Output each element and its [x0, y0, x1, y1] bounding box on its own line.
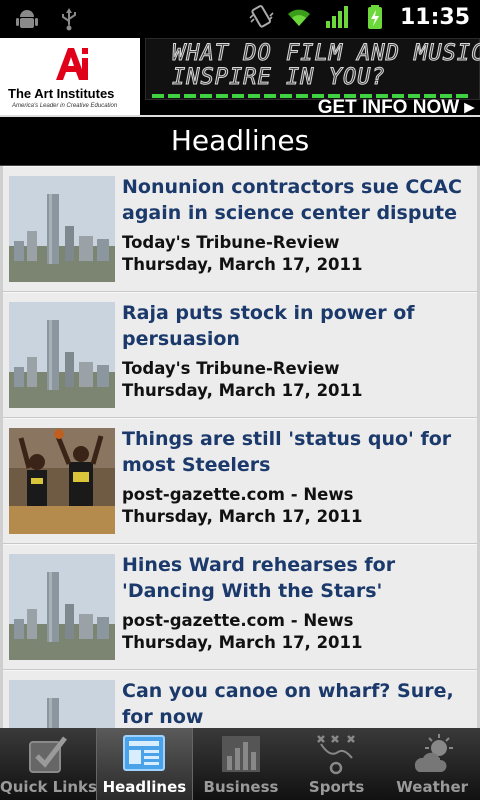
page-header: Headlines — [0, 115, 480, 166]
vibrate-icon — [249, 5, 274, 28]
tab-headlines[interactable]: Headlines — [95, 728, 194, 800]
ad-message: WHAT DO FILM AND MUSIC INSPIRE IN YOU? — [145, 38, 480, 100]
article-thumbnail — [9, 176, 115, 282]
article-headline[interactable]: Nonunion contractors sue CCAC again in s… — [122, 174, 472, 226]
status-bar: 11:35 — [0, 0, 480, 38]
tab-label: Quick Links — [0, 778, 97, 796]
play-diagram-icon — [316, 735, 355, 775]
signal-icon — [325, 6, 348, 28]
page-title: Headlines — [170, 124, 310, 157]
tab-quick-links[interactable]: Quick Links — [0, 728, 97, 800]
ad-line-1: WHAT DO FILM AND MUSIC — [171, 41, 480, 67]
article-date: Thursday, March 17, 2011 — [122, 255, 363, 274]
list-item[interactable]: Can you canoe on wharf? Sure, for now — [3, 670, 477, 728]
wifi-icon — [287, 9, 310, 26]
article-source: Today's Tribune-Review — [122, 359, 340, 378]
ad-logo: The Art Institutes America's Leader in C… — [0, 38, 140, 115]
tab-label: Sports — [308, 778, 365, 796]
ad-brand: The Art Institutes — [8, 86, 115, 101]
article-thumbnail — [9, 428, 115, 534]
tab-label: Weather — [396, 778, 469, 796]
android-debug-icon — [16, 10, 38, 28]
tab-sports[interactable]: Sports — [289, 728, 385, 800]
article-source: post-gazette.com - News — [122, 485, 354, 504]
clock: 11:35 — [399, 4, 470, 30]
article-thumbnail — [9, 302, 115, 408]
sun-cloud-icon — [415, 734, 454, 772]
bar-chart-icon — [221, 736, 260, 772]
ad-banner[interactable]: The Art Institutes America's Leader in C… — [0, 38, 480, 118]
article-thumbnail — [9, 680, 115, 728]
battery-charging-icon — [367, 5, 382, 29]
art-institutes-logo-mark — [56, 48, 88, 80]
list-item[interactable]: Raja puts stock in power of persuasion T… — [3, 292, 477, 418]
tab-label: Headlines — [102, 778, 187, 796]
article-headline[interactable]: Can you canoe on wharf? Sure, for now — [122, 678, 472, 728]
article-date: Thursday, March 17, 2011 — [122, 381, 363, 400]
ad-line-2: INSPIRE IN YOU? — [172, 65, 386, 91]
article-source: post-gazette.com - News — [122, 611, 354, 630]
newspaper-icon — [123, 735, 166, 771]
headlines-list[interactable]: Nonunion contractors sue CCAC again in s… — [0, 166, 480, 728]
list-item[interactable]: Nonunion contractors sue CCAC again in s… — [3, 166, 477, 292]
article-headline[interactable]: Raja puts stock in power of persuasion — [122, 300, 472, 352]
usb-icon — [62, 8, 76, 31]
article-headline[interactable]: Things are still 'status quo' for most S… — [122, 426, 472, 478]
bottom-tab-bar: Quick Links Headlines Business Sports We… — [0, 728, 480, 800]
tab-business[interactable]: Business — [193, 728, 289, 800]
checkbox-icon — [28, 736, 67, 773]
article-headline[interactable]: Hines Ward rehearses for 'Dancing With t… — [122, 552, 472, 604]
article-source: Today's Tribune-Review — [122, 233, 340, 252]
article-date: Thursday, March 17, 2011 — [122, 507, 363, 526]
list-item[interactable]: Hines Ward rehearses for 'Dancing With t… — [3, 544, 477, 670]
tab-label: Business — [203, 778, 279, 796]
list-item[interactable]: Things are still 'status quo' for most S… — [3, 418, 477, 544]
article-thumbnail — [9, 554, 115, 660]
tab-weather[interactable]: Weather — [384, 728, 480, 800]
article-date: Thursday, March 17, 2011 — [122, 633, 363, 652]
ad-tagline: America's Leader in Creative Education — [12, 103, 118, 109]
